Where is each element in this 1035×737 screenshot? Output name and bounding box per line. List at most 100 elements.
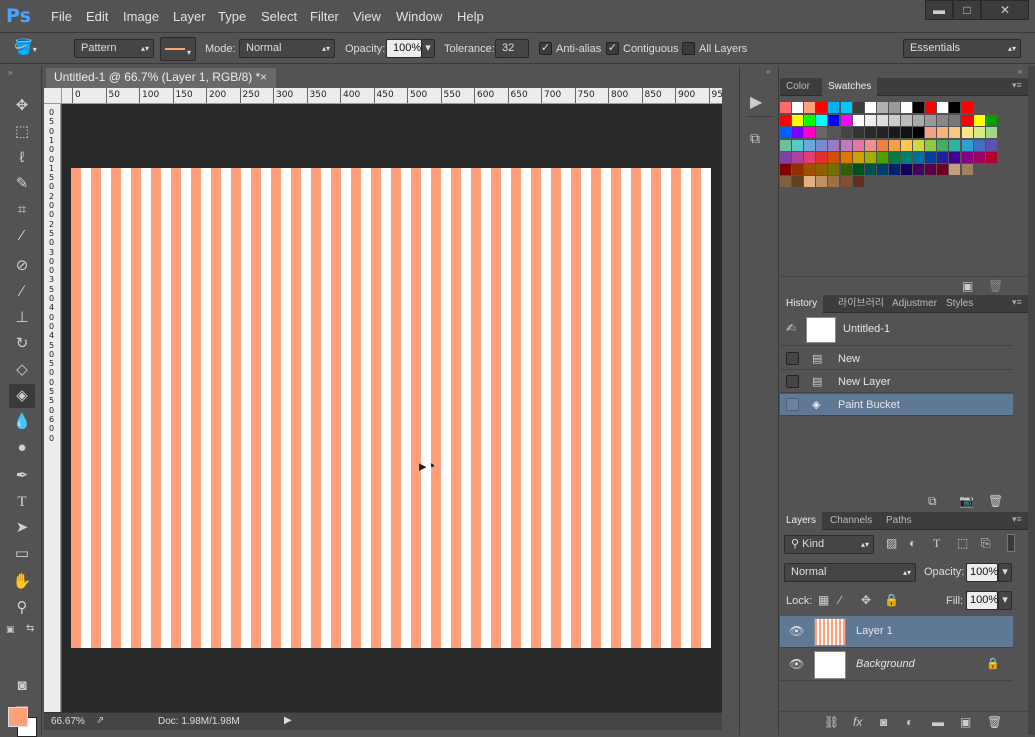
menu-image[interactable]: Image <box>123 9 159 24</box>
visibility-eye-icon[interactable]: 👁 <box>789 624 804 638</box>
collapse-toolbox-icon[interactable]: » <box>8 68 12 77</box>
color-swatch[interactable] <box>840 176 852 188</box>
history-source-checkbox[interactable] <box>786 398 799 411</box>
vertical-ruler[interactable]: 050100150200250300350400450500550600 <box>44 104 61 712</box>
color-swatch[interactable] <box>804 102 816 113</box>
color-swatch[interactable] <box>780 176 791 188</box>
fill-input[interactable]: 100% <box>966 591 998 610</box>
tab-libraries[interactable]: 라이브러리 <box>832 295 890 313</box>
hand-tool-icon[interactable]: ✋ <box>9 570 35 594</box>
color-swatch[interactable] <box>792 127 804 139</box>
type-tool-icon[interactable]: T <box>9 490 35 514</box>
history-item-selected[interactable]: ◈ Paint Bucket <box>780 394 1013 416</box>
marquee-tool-icon[interactable]: ⬚ <box>9 120 35 144</box>
color-swatch[interactable] <box>973 115 985 127</box>
color-swatch[interactable] <box>888 139 900 151</box>
color-swatch[interactable] <box>828 151 840 163</box>
document-tab[interactable]: Untitled-1 @ 66.7% (Layer 1, RGB/8) * × <box>46 68 276 88</box>
color-swatch[interactable] <box>840 139 852 151</box>
rectangle-tool-icon[interactable]: ▭ <box>9 542 35 566</box>
foreground-color-swatch[interactable] <box>8 707 28 727</box>
color-swatch[interactable] <box>913 127 925 139</box>
close-document-icon[interactable]: × <box>260 68 267 87</box>
color-swatch[interactable] <box>925 102 937 113</box>
color-swatch[interactable] <box>925 139 937 151</box>
add-mask-icon[interactable]: ◙ <box>880 715 887 729</box>
fill-source-select[interactable]: Pattern ▴▾ <box>74 39 154 58</box>
color-swatch[interactable] <box>949 102 961 113</box>
color-swatch[interactable] <box>913 115 925 127</box>
color-swatch[interactable] <box>973 139 985 151</box>
color-swatch[interactable] <box>840 151 852 163</box>
color-swatch[interactable] <box>852 176 864 188</box>
filter-smart-object-icon[interactable]: ⎘ <box>981 536 991 551</box>
color-swatch[interactable] <box>961 127 973 139</box>
color-swatch[interactable] <box>792 164 804 175</box>
collapse-strip-icon[interactable]: « <box>766 67 770 76</box>
horizontal-ruler[interactable]: 0 50 100 150 200 250 300 350 400 450 500 550 600 650 7… <box>62 88 722 104</box>
pattern-picker[interactable]: ▾ <box>160 37 196 61</box>
history-menu-icon[interactable]: ▾≡ <box>1012 297 1022 308</box>
ruler-origin[interactable] <box>44 88 62 104</box>
color-swatch[interactable] <box>828 102 840 113</box>
color-swatch[interactable] <box>961 115 973 127</box>
menu-window[interactable]: Window <box>396 9 442 24</box>
color-swatch[interactable] <box>901 139 912 151</box>
color-swatch[interactable] <box>852 151 864 163</box>
tab-adjustments[interactable]: Adjustmer <box>886 295 943 313</box>
color-swatch[interactable] <box>901 115 912 127</box>
color-swatch[interactable] <box>852 115 864 127</box>
layer-name[interactable]: Background <box>856 658 915 670</box>
color-swatch[interactable] <box>864 127 876 139</box>
mode-select[interactable]: Normal ▴▾ <box>239 39 335 58</box>
color-swatch[interactable] <box>780 164 791 175</box>
color-swatch[interactable] <box>864 139 876 151</box>
filter-pixel-icon[interactable]: ▨ <box>886 536 897 550</box>
zoom-level[interactable]: 66.67% <box>51 716 85 727</box>
history-item[interactable]: ▤ New <box>780 348 1013 370</box>
blend-mode-select[interactable]: Normal ▴▾ <box>784 563 916 582</box>
color-swatch[interactable] <box>961 151 973 163</box>
history-brush-tool-icon[interactable]: ↻ <box>9 332 35 356</box>
color-swatch[interactable] <box>804 176 816 188</box>
lock-image-icon[interactable]: ∕ <box>839 593 841 607</box>
color-swatch[interactable] <box>828 164 840 175</box>
menu-layer[interactable]: Layer <box>173 9 206 24</box>
color-swatch[interactable] <box>792 139 804 151</box>
color-swatch[interactable] <box>816 139 828 151</box>
color-swatch[interactable] <box>949 151 961 163</box>
color-swatch[interactable] <box>888 151 900 163</box>
color-swatch[interactable] <box>828 139 840 151</box>
minimize-button[interactable]: ▬ <box>925 0 953 20</box>
color-swatch[interactable] <box>828 127 840 139</box>
vertical-scrollbar[interactable] <box>722 88 738 712</box>
filter-adjustment-icon[interactable]: ◐ <box>909 536 916 550</box>
paint-bucket-tool-preset-icon[interactable]: 🪣▾ <box>14 38 50 60</box>
color-swatch[interactable] <box>864 164 876 175</box>
color-swatch[interactable] <box>816 164 828 175</box>
color-swatch[interactable] <box>985 127 997 139</box>
color-swatch[interactable] <box>925 115 937 127</box>
color-swatch[interactable] <box>804 139 816 151</box>
eyedropper-tool-icon[interactable]: ⁄ <box>9 224 35 248</box>
tab-layers[interactable]: Layers <box>780 512 823 530</box>
pen-tool-icon[interactable]: ✒ <box>9 464 35 488</box>
menu-select[interactable]: Select <box>261 9 297 24</box>
new-layer-icon[interactable]: ▣ <box>960 715 971 729</box>
close-window-button[interactable]: ✕ <box>981 0 1029 20</box>
color-swatch[interactable] <box>961 139 973 151</box>
brush-tool-icon[interactable]: ∕ <box>9 280 35 304</box>
color-swatch[interactable] <box>913 139 925 151</box>
color-swatch[interactable] <box>876 115 888 127</box>
contiguous-checkbox[interactable]: ✓ <box>606 42 619 55</box>
color-swatch[interactable] <box>949 139 961 151</box>
color-swatch[interactable] <box>816 127 828 139</box>
color-swatch[interactable] <box>925 151 937 163</box>
history-item[interactable]: ▤ New Layer <box>780 371 1013 393</box>
document-canvas[interactable] <box>71 168 711 648</box>
clone-stamp-tool-icon[interactable]: ⊥ <box>9 306 35 330</box>
filter-type-icon[interactable]: T <box>933 536 940 551</box>
tab-swatches[interactable]: Swatches <box>822 78 878 96</box>
collapse-panels-icon[interactable]: » <box>1018 67 1022 76</box>
color-swatch[interactable] <box>925 164 937 175</box>
